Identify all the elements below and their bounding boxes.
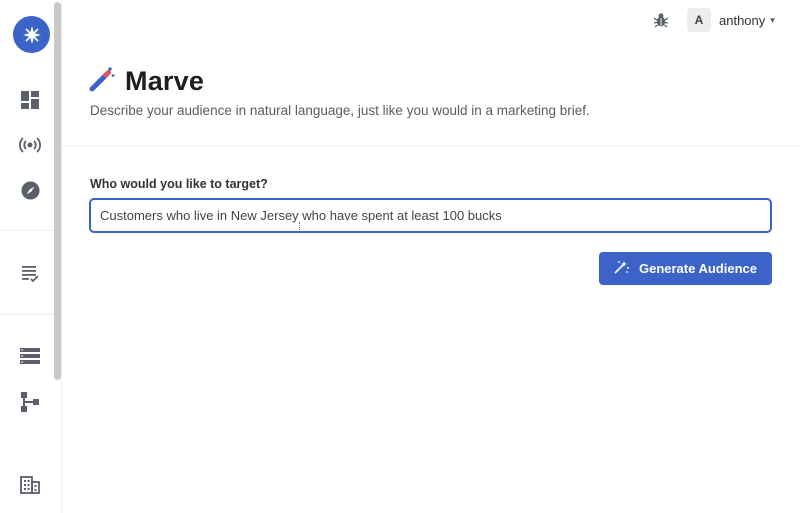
building-icon[interactable] xyxy=(18,473,42,497)
page-title: Marve xyxy=(125,66,205,96)
list-stack-icon[interactable] xyxy=(18,344,42,368)
user-name: anthony xyxy=(719,12,766,28)
magic-wand-icon xyxy=(89,66,115,97)
generate-audience-label: Generate Audience xyxy=(638,261,757,276)
sparkles-icon xyxy=(614,260,630,277)
generate-audience-button[interactable]: Generate Audience xyxy=(599,252,772,285)
compass-icon[interactable] xyxy=(18,178,42,202)
user-menu[interactable]: A anthony ▾ xyxy=(687,8,775,32)
avatar: A xyxy=(687,8,711,32)
divider xyxy=(62,146,800,147)
page-header: Marve xyxy=(89,66,204,97)
sidebar-divider xyxy=(0,230,54,231)
chevron-down-icon: ▾ xyxy=(770,14,775,25)
bug-icon[interactable] xyxy=(651,10,671,30)
checklist-icon[interactable] xyxy=(18,262,42,286)
text-cursor-icon xyxy=(299,222,303,230)
target-label: Who would you like to target? xyxy=(90,177,268,191)
sidebar-scrollbar[interactable] xyxy=(54,2,61,380)
sidebar-divider xyxy=(0,314,54,315)
hierarchy-icon[interactable] xyxy=(18,390,42,414)
page-subtitle: Describe your audience in natural langua… xyxy=(90,103,590,118)
sidebar xyxy=(0,0,62,513)
sparkle-logo-icon[interactable] xyxy=(13,16,50,53)
broadcast-icon[interactable] xyxy=(18,133,42,157)
audience-query-input[interactable] xyxy=(89,198,772,233)
dashboard-icon[interactable] xyxy=(18,88,42,112)
